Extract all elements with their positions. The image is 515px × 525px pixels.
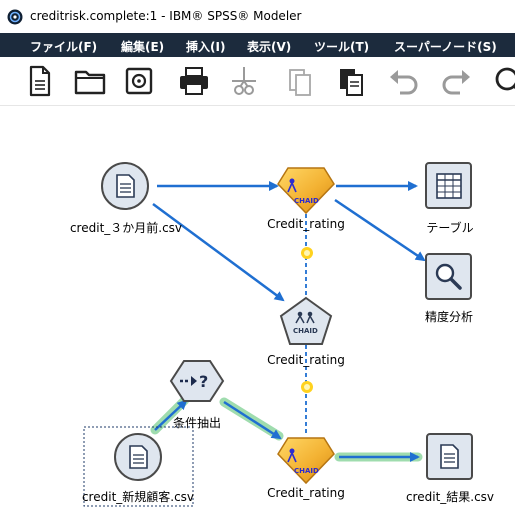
undo-icon: [390, 70, 418, 95]
file-source-icon: [116, 174, 135, 198]
table-icon: [436, 173, 462, 199]
node-analysis[interactable]: [425, 253, 472, 300]
file-export-icon: [440, 444, 459, 469]
menu-view[interactable]: 表示(V): [247, 38, 291, 55]
label-credit-3months: credit_３か月前.csv: [69, 221, 183, 235]
paste-button[interactable]: [333, 61, 369, 101]
window-title: creditrisk.complete:1 - IBM® SPSS® Model…: [30, 9, 302, 23]
label-credit-new: credit_新規顧客.csv: [81, 490, 195, 504]
model-link-dot-top: [301, 247, 313, 259]
print-icon: [180, 67, 208, 95]
label-analysis: 精度分析: [424, 310, 474, 324]
open-button[interactable]: [72, 61, 108, 101]
cut-icon: [232, 67, 256, 95]
toolbar: [0, 57, 515, 106]
label-chaid-bottom: Credit_rating: [267, 486, 345, 500]
copy-button[interactable]: [283, 61, 319, 101]
save-disk-icon: [125, 67, 153, 95]
node-select[interactable]: ?: [169, 360, 225, 402]
label-chaid-top: Credit_rating: [267, 217, 345, 231]
node-chaid-modeler[interactable]: CHAID: [279, 296, 333, 345]
menu-bar: ファイル(F) 編集(E) 挿入(I) 表示(V) ツール(T) スーパーノード…: [0, 33, 515, 57]
file-source-icon: [129, 445, 148, 469]
search-icon: [495, 67, 515, 91]
menu-insert[interactable]: 挿入(I): [186, 38, 225, 55]
menu-edit[interactable]: 編集(E): [121, 38, 164, 55]
spss-modeler-icon: [7, 9, 23, 25]
node-chaid-bottom[interactable]: CHAID: [277, 437, 335, 485]
link-chaid-to-analysis: [334, 198, 426, 262]
new-file-button[interactable]: [21, 61, 57, 101]
label-select: 条件抽出: [172, 416, 222, 430]
model-link-dot-bottom: [301, 381, 313, 393]
menu-supernode[interactable]: スーパーノード(S): [394, 38, 497, 55]
paste-icon: [340, 69, 363, 96]
link-select-to-nugget: [223, 400, 282, 440]
title-bar: creditrisk.complete:1 - IBM® SPSS® Model…: [0, 0, 515, 33]
redo-icon: [442, 70, 470, 95]
chaid-badge: CHAID: [293, 327, 318, 335]
cut-button[interactable]: [226, 61, 262, 101]
node-result[interactable]: [426, 433, 473, 480]
open-folder-icon: [74, 70, 106, 95]
chaid-badge: CHAID: [294, 467, 319, 475]
node-credit-3months[interactable]: [101, 162, 149, 210]
label-result: credit_結果.csv: [405, 490, 495, 504]
svg-text:?: ?: [199, 372, 208, 391]
node-chaid-top[interactable]: CHAID: [277, 167, 335, 215]
menu-file[interactable]: ファイル(F): [30, 38, 97, 55]
label-table: テーブル: [426, 221, 474, 235]
new-file-icon: [29, 65, 51, 97]
label-chaid-modeler: Credit_rating: [267, 353, 345, 367]
stream-canvas[interactable]: CHAID CHAID ? CHAID credit_３か月前.csv Cred…: [0, 106, 515, 525]
redo-button[interactable]: [438, 61, 474, 101]
copy-icon: [289, 69, 311, 96]
save-button[interactable]: [121, 61, 157, 101]
undo-button[interactable]: [386, 61, 422, 101]
menu-tools[interactable]: ツール(T): [314, 38, 369, 55]
print-button[interactable]: [176, 61, 212, 101]
search-button[interactable]: [490, 61, 515, 101]
node-table[interactable]: [425, 162, 472, 209]
chaid-badge: CHAID: [294, 197, 319, 205]
